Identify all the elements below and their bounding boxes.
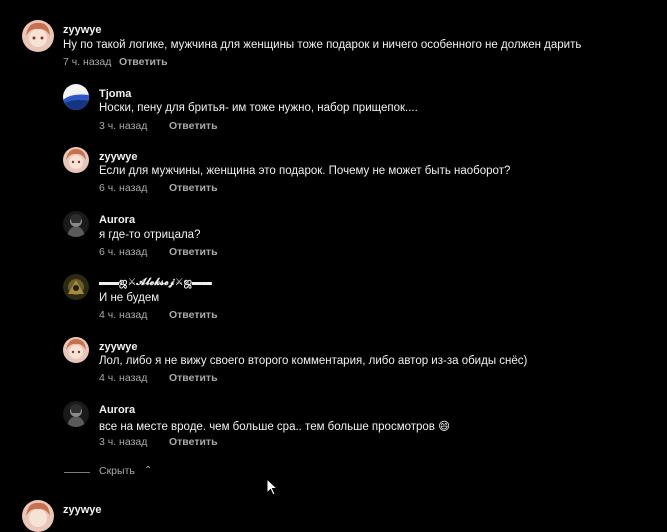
- comment-author[interactable]: zyywye: [99, 151, 138, 163]
- comment-author[interactable]: Aurora: [99, 214, 135, 226]
- comment-text: Если для мужчины, женщина это подарок. П…: [99, 165, 511, 177]
- reply-button[interactable]: Ответить: [169, 372, 218, 384]
- reply-button[interactable]: Ответить: [169, 120, 218, 132]
- comment-author[interactable]: Aurora: [99, 404, 135, 416]
- comment-author[interactable]: zyywye: [63, 504, 102, 516]
- comment-text: все на месте вроде. чем больше сра.. тем…: [99, 421, 451, 433]
- avatar[interactable]: [22, 500, 54, 532]
- mouse-cursor-icon: [266, 478, 278, 496]
- comment-text: Лол, либо я не вижу своего второго комме…: [99, 355, 528, 367]
- comment-time[interactable]: 4 ч. назад: [99, 372, 147, 384]
- reply-button[interactable]: Ответить: [169, 436, 218, 448]
- comment-text: Носки, пену для бритья- им тоже нужно, н…: [99, 102, 418, 114]
- comment-time[interactable]: 3 ч. назад: [99, 120, 147, 132]
- avatar[interactable]: [63, 84, 89, 110]
- comment-time[interactable]: 3 ч. назад: [99, 436, 147, 448]
- comment-time[interactable]: 6 ч. назад: [99, 246, 147, 258]
- comment-time[interactable]: 6 ч. назад: [99, 182, 147, 194]
- avatar[interactable]: [63, 274, 89, 300]
- reply-button[interactable]: Ответить: [119, 56, 168, 68]
- avatar[interactable]: [22, 20, 54, 52]
- comment-time[interactable]: 4 ч. назад: [99, 309, 147, 321]
- comment-time[interactable]: 7 ч. назад: [63, 56, 111, 68]
- comment-author[interactable]: ▬▬ஜ⚔𝓐𝓵𝓮𝓴𝓼𝓮𝓳⚔ஜ▬▬: [99, 277, 212, 289]
- comment-text: я где-то отрицала?: [99, 229, 201, 241]
- reply-button[interactable]: Ответить: [169, 246, 218, 258]
- comment-text: Ну по такой логике, мужчина для женщины …: [63, 39, 582, 51]
- divider: [64, 472, 90, 473]
- comment-author[interactable]: zyywye: [63, 24, 102, 36]
- hide-replies-label: Скрыть: [99, 465, 135, 477]
- comment-author[interactable]: zyywye: [99, 341, 138, 353]
- avatar[interactable]: [63, 211, 89, 237]
- avatar[interactable]: [63, 337, 89, 363]
- avatar[interactable]: [63, 147, 89, 173]
- comment-text: И не будем: [99, 292, 160, 304]
- reply-button[interactable]: Ответить: [169, 182, 218, 194]
- comment-author[interactable]: Tjoma: [99, 88, 131, 100]
- avatar[interactable]: [63, 401, 89, 427]
- chevron-up-icon: ⌃: [144, 465, 153, 476]
- reply-button[interactable]: Ответить: [169, 309, 218, 321]
